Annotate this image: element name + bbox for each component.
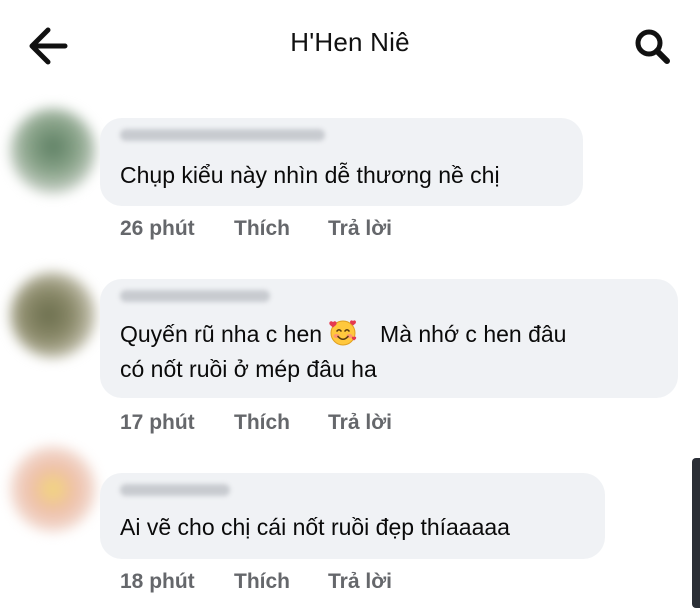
reply-button[interactable]: Trả lời [328, 217, 392, 241]
commenter-name[interactable] [120, 290, 270, 302]
comment-text: Quyến rũ nha c hen Mà nhớ c hen đâu có n… [120, 317, 566, 387]
comment-bubble: Ai vẽ cho chị cái nốt ruồi đẹp thíaaaaa [100, 473, 605, 559]
comment-text: Ai vẽ cho chị cái nốt ruồi đẹp thíaaaaa [120, 514, 510, 540]
commenter-name[interactable] [120, 484, 230, 496]
like-button[interactable]: Thích [234, 217, 290, 241]
smiling-face-with-hearts-icon [328, 318, 358, 346]
reply-button[interactable]: Trả lời [328, 411, 392, 435]
like-button[interactable]: Thích [234, 570, 290, 594]
search-button[interactable] [630, 24, 674, 68]
side-edge-bar [692, 458, 700, 608]
comment-text-line1-tail: Mà nhớ c hen đâu [380, 321, 567, 347]
comment-text: Chụp kiểu này nhìn dễ thương nề chị [120, 162, 500, 188]
comment-time: 18 phút [120, 570, 195, 593]
comment-time: 17 phút [120, 411, 195, 434]
search-icon [635, 29, 670, 64]
avatar[interactable] [10, 108, 96, 194]
page-title: H'Hen Niê [290, 27, 410, 57]
comment-text-line2: có nốt ruồi ở mép đâu ha [120, 356, 377, 382]
comment-time: 26 phút [120, 217, 195, 240]
avatar[interactable] [10, 272, 96, 358]
reply-button[interactable]: Trả lời [328, 570, 392, 594]
avatar[interactable] [10, 446, 96, 532]
like-button[interactable]: Thích [234, 411, 290, 435]
comment-text-line1: Quyến rũ nha c hen [120, 321, 323, 347]
top-bar: H'Hen Niê [0, 0, 700, 92]
comment-bubble: Chụp kiểu này nhìn dễ thương nề chị [100, 118, 583, 206]
comment-bubble: Quyến rũ nha c hen Mà nhớ c hen đâu có n… [100, 279, 678, 398]
commenter-name[interactable] [120, 129, 325, 141]
